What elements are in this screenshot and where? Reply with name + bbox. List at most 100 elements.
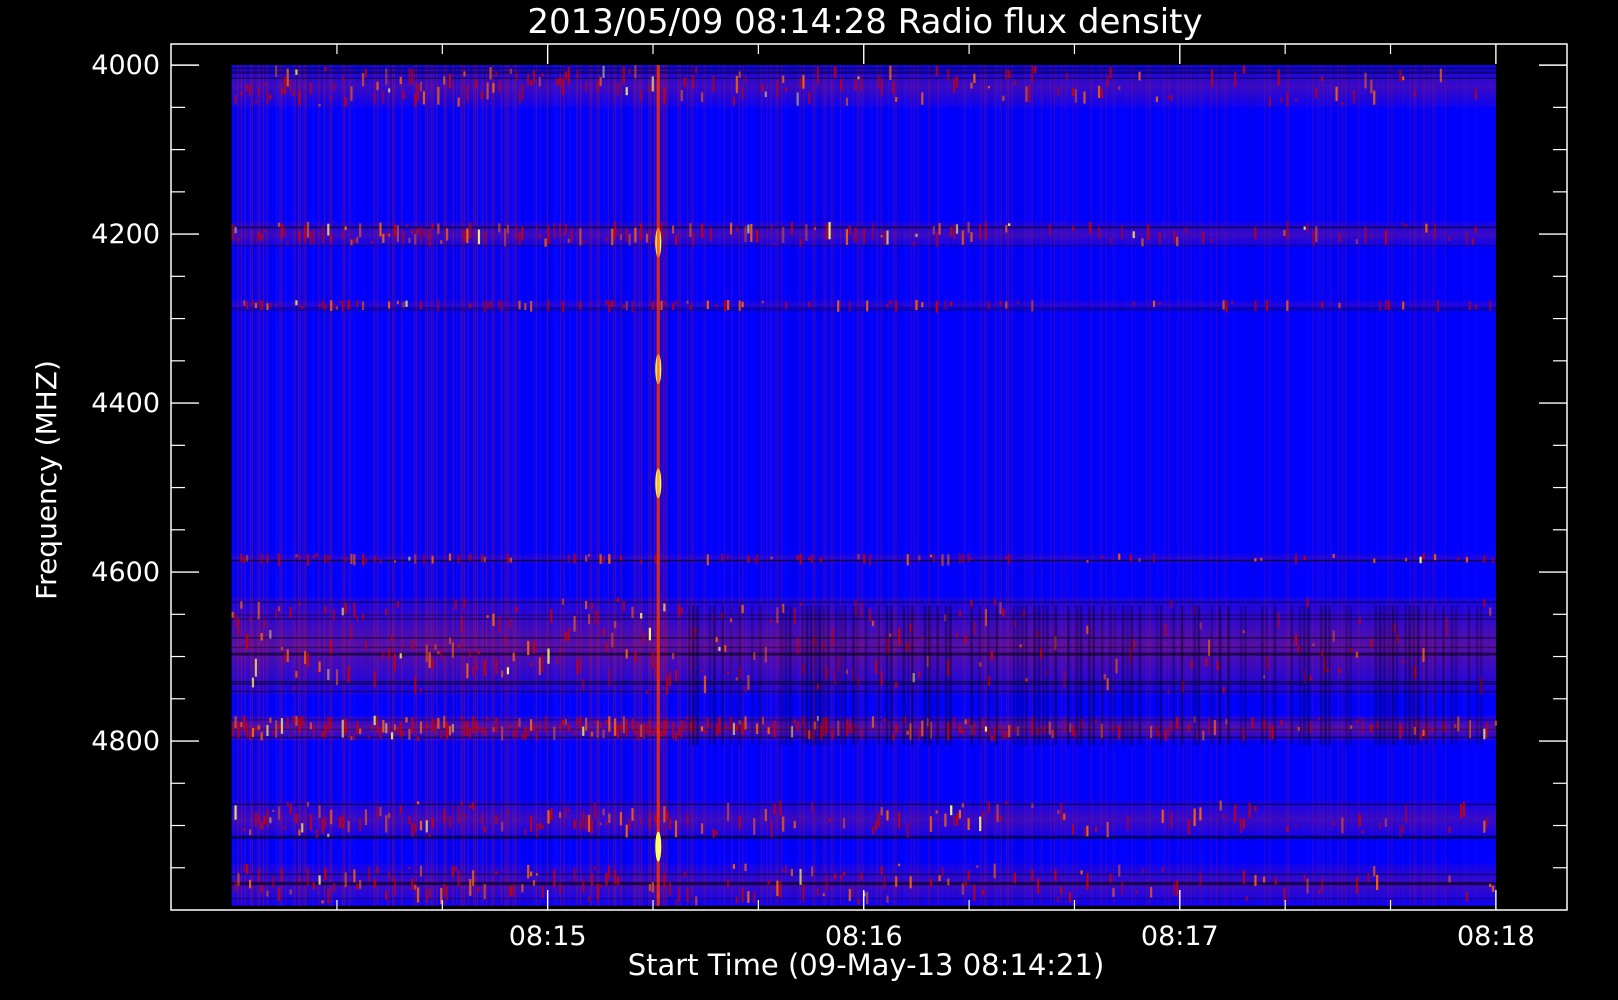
- emission-cell: [851, 886, 854, 897]
- emission-cell: [530, 815, 533, 832]
- emission-cell: [648, 719, 652, 736]
- emission-cell: [1074, 89, 1077, 103]
- time-streak: [454, 65, 456, 906]
- emission-cell: [1141, 238, 1144, 247]
- time-streak: [1378, 65, 1380, 906]
- emission-cell: [1086, 825, 1089, 837]
- emission-cell: [527, 727, 530, 738]
- time-streak: [1428, 65, 1430, 906]
- emission-cell: [506, 809, 510, 815]
- emission-cell: [880, 671, 883, 686]
- emission-cell: [648, 884, 652, 891]
- emission-cell: [686, 300, 689, 304]
- time-streak: [886, 65, 888, 906]
- dark-region-streak: [780, 605, 784, 746]
- emission-cell: [1173, 230, 1176, 244]
- emission-cell: [1210, 238, 1214, 242]
- emission-cell: [283, 227, 286, 236]
- time-streak: [535, 65, 538, 906]
- emission-cell: [257, 815, 260, 824]
- emission-cell: [640, 613, 643, 619]
- emission-cell: [585, 815, 588, 832]
- emission-cell: [790, 221, 793, 235]
- emission-cell: [889, 300, 892, 305]
- emission-cell: [309, 82, 313, 95]
- time-streak: [1476, 65, 1478, 906]
- emission-cell: [1286, 826, 1289, 832]
- emission-cell: [234, 880, 237, 892]
- dark-region-streak: [1345, 605, 1348, 746]
- emission-cell: [1378, 300, 1382, 312]
- emission-cell: [330, 95, 333, 100]
- emission-cell: [277, 724, 281, 729]
- emission-cell: [344, 872, 347, 888]
- emission-cell: [472, 666, 475, 675]
- time-streak: [1363, 65, 1365, 906]
- time-streak: [723, 65, 726, 906]
- emission-cell: [674, 732, 678, 741]
- emission-cell: [518, 718, 521, 728]
- emission-cell: [1222, 814, 1225, 819]
- time-streak: [1182, 65, 1185, 906]
- time-streak: [1431, 65, 1434, 906]
- emission-cell: [498, 80, 501, 93]
- emission-cell: [512, 652, 515, 662]
- emission-cell: [1474, 304, 1477, 310]
- emission-cell: [327, 223, 330, 236]
- emission-cell: [437, 300, 440, 312]
- emission-cell: [535, 823, 539, 838]
- emission-cell: [1251, 717, 1254, 728]
- emission-cell: [1103, 673, 1106, 680]
- emission-cell: [1057, 87, 1060, 96]
- dark-region-streak: [1020, 605, 1024, 746]
- emission-cell: [599, 722, 602, 727]
- emission-cell: [1306, 222, 1309, 233]
- emission-cell: [408, 867, 411, 870]
- emission-cell: [431, 718, 434, 731]
- emission-cell: [437, 717, 440, 729]
- time-streak: [1376, 65, 1378, 906]
- emission-cell: [434, 644, 437, 650]
- emission-cell: [782, 75, 785, 83]
- time-streak: [476, 65, 479, 906]
- emission-cell: [414, 676, 417, 695]
- emission-cell: [860, 602, 863, 618]
- emission-cell: [448, 637, 452, 644]
- time-streak: [1177, 65, 1179, 906]
- time-streak: [965, 65, 967, 906]
- emission-cell: [1063, 718, 1066, 734]
- emission-cell: [402, 644, 405, 648]
- emission-cell: [460, 617, 463, 633]
- dark-region-streak: [1041, 605, 1045, 746]
- emission-cell: [724, 645, 727, 652]
- emission-cell: [379, 222, 382, 237]
- emission-cell: [645, 690, 649, 694]
- time-streak: [1459, 65, 1461, 906]
- time-streak: [830, 65, 833, 906]
- emission-cell: [1384, 230, 1387, 245]
- emission-cell: [799, 602, 802, 606]
- emission-cell: [727, 879, 730, 888]
- emission-cell: [266, 725, 269, 737]
- time-streak: [646, 65, 648, 906]
- emission-cell: [1338, 302, 1341, 309]
- emission-cell: [950, 301, 953, 307]
- emission-cell: [390, 634, 394, 642]
- time-streak: [1441, 65, 1443, 906]
- emission-cell: [469, 222, 472, 239]
- time-streak: [419, 65, 421, 906]
- time-streak: [692, 65, 694, 906]
- emission-cell: [445, 885, 449, 901]
- emission-cell: [353, 238, 356, 244]
- emission-cell: [518, 90, 521, 104]
- emission-cell: [837, 300, 840, 312]
- emission-cell: [955, 633, 959, 638]
- emission-cell: [1378, 822, 1382, 830]
- emission-cell: [234, 614, 237, 627]
- emission-cell: [764, 646, 767, 663]
- dark-region-streak: [928, 605, 931, 746]
- emission-cell: [558, 76, 562, 86]
- emission-cell: [356, 883, 359, 890]
- emission-cell: [871, 222, 875, 241]
- emission-cell: [538, 822, 541, 830]
